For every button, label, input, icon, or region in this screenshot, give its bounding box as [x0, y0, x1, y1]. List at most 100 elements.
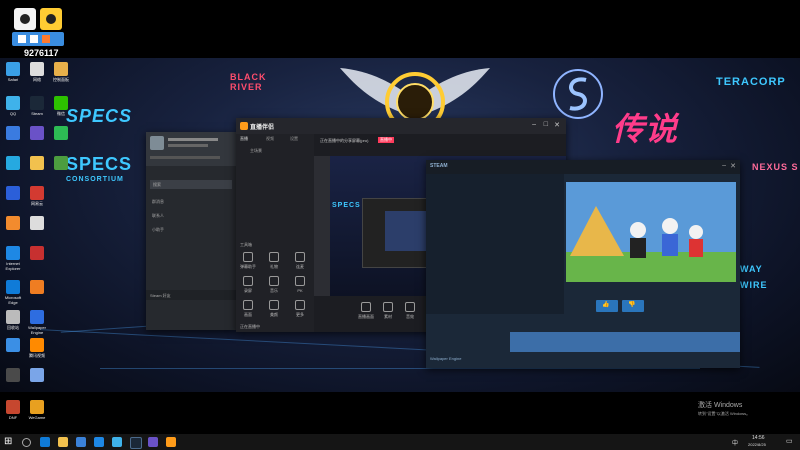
wallpaper-engine-icon [30, 310, 44, 324]
steam-window[interactable]: STEAM ✕ – 👍 👎 Wallpaper Engine [426, 160, 740, 368]
close-icon[interactable]: ✕ [554, 121, 560, 129]
danmaku-icon [243, 252, 253, 262]
left-panel: 直播 视频 设置 主场景 工具箱 弹幕助手 礼物 连麦 录屏 音乐 PK 画面 … [236, 134, 314, 332]
maximize-icon[interactable]: □ [544, 121, 548, 128]
steam-title: STEAM [430, 163, 448, 169]
desktop-icon[interactable]: Safari [0, 62, 26, 82]
desktop-icon[interactable] [24, 280, 50, 295]
app-icon [6, 338, 20, 352]
desktop-icon[interactable] [0, 186, 26, 201]
store-icon[interactable] [76, 437, 86, 447]
desktop-icon[interactable]: 微信 [48, 96, 74, 116]
bottom-black-bar [0, 392, 800, 434]
list-item[interactable]: 联系人 [146, 209, 236, 223]
notification-icon[interactable]: ▭ [786, 437, 793, 445]
desktop-icon[interactable]: 网络 [24, 62, 50, 82]
edge-icon[interactable] [40, 437, 50, 447]
tool-more[interactable]: 更多 [292, 300, 308, 318]
neon-consortium: CONSORTIUM [66, 176, 124, 183]
desktop-icon[interactable]: Wallpaper Engine [24, 310, 50, 335]
list-item[interactable]: 群消息 [146, 195, 236, 209]
gift-icon [269, 252, 279, 262]
minimize-icon[interactable]: – [722, 162, 726, 169]
desktop-icon[interactable] [48, 156, 74, 171]
tool-beauty[interactable]: 美颜 [266, 300, 282, 318]
bottom-tool[interactable]: 直播画面 [358, 302, 374, 320]
neon-wire-1: WAY [740, 264, 763, 274]
live-badge: 直播中 [378, 137, 394, 143]
avatar[interactable] [150, 136, 164, 150]
desktop-icon[interactable]: QQ [0, 96, 26, 116]
stream-app-icon[interactable] [166, 437, 176, 447]
desktop-icon[interactable]: WeGame [24, 400, 50, 420]
clock-date[interactable]: 2022/8/25 [748, 442, 766, 447]
network-icon [30, 62, 44, 76]
safari-icon [6, 62, 20, 76]
material-icon [383, 302, 393, 312]
close-icon[interactable]: ✕ [730, 162, 736, 170]
ie-icon[interactable] [94, 437, 104, 447]
desktop-icon[interactable] [0, 156, 26, 171]
chat-window[interactable]: 搜索 群消息 联系人 小助手 Steam 好友 [146, 132, 236, 330]
tab-settings[interactable]: 设置 [290, 136, 298, 142]
desktop-icon[interactable] [24, 126, 50, 141]
desktop-icon[interactable] [24, 216, 50, 231]
minimize-icon[interactable]: – [532, 121, 536, 128]
neon-black-river-2: RIVER [230, 82, 263, 92]
desktop-icon[interactable] [0, 368, 26, 383]
preview-neon-specs: SPECS [332, 202, 361, 209]
tab-live[interactable]: 直播 [240, 136, 248, 142]
start-icon[interactable]: ⊞ [4, 436, 12, 447]
wechat-icon [54, 96, 68, 110]
desktop-icon[interactable]: 腾讯视频 [24, 338, 50, 358]
bottom-tool[interactable]: 素材 [380, 302, 396, 320]
steam-icon[interactable] [130, 437, 142, 449]
tool-pk[interactable]: PK [292, 276, 308, 293]
app-icon[interactable] [148, 437, 158, 447]
bottom-tool[interactable]: 音效 [402, 302, 418, 320]
dislike-button[interactable]: 👎 [622, 300, 644, 312]
tool-danmaku[interactable]: 弹幕助手 [240, 252, 256, 270]
desktop-icon[interactable] [24, 156, 50, 171]
steam-sidebar [426, 174, 564, 314]
like-button[interactable]: 👍 [596, 300, 618, 312]
neon-wire-2: WIRE [740, 280, 768, 290]
clock-time[interactable]: 14:56 [752, 435, 765, 441]
input-language[interactable]: 中 [732, 438, 738, 447]
desktop-icon[interactable]: Steam [24, 96, 50, 116]
desktop-icon[interactable]: 网易云 [24, 186, 50, 206]
search-input[interactable]: 搜索 [150, 180, 232, 189]
scene-label[interactable]: 主场景 [250, 148, 262, 154]
desktop-icon[interactable] [0, 338, 26, 353]
taskbar-search-icon[interactable] [22, 438, 31, 447]
app-icon [6, 216, 20, 230]
ie-icon [6, 246, 20, 260]
desktop-icon[interactable] [24, 246, 50, 261]
desktop-icon[interactable]: 控制面板 [48, 62, 74, 82]
desktop-icon[interactable]: 回收站 [0, 310, 26, 330]
qq-icon [6, 96, 20, 110]
folder-icon[interactable] [58, 437, 68, 447]
desktop-icon[interactable] [48, 126, 74, 141]
desktop-icon[interactable]: Microsoft Edge [0, 280, 26, 305]
list-item[interactable]: 小助手 [146, 223, 236, 237]
desktop-icon[interactable] [0, 126, 26, 141]
desktop-icon[interactable]: Internet Explorer [0, 246, 26, 271]
desktop-icon[interactable] [0, 216, 26, 231]
qq-icon[interactable] [112, 437, 122, 447]
tool-record[interactable]: 录屏 [240, 276, 256, 294]
tool-scene[interactable]: 画面 [240, 300, 256, 318]
record-icon [243, 276, 253, 286]
neon-cjk-sign: 传说 [612, 111, 679, 147]
taskbar: ⊞ 中 14:56 2022/8/25 ▭ [0, 434, 800, 450]
tool-music[interactable]: 音乐 [266, 276, 282, 294]
tab-video[interactable]: 视频 [266, 136, 274, 142]
logo-number: 9276117 [24, 48, 59, 58]
tool-mic[interactable]: 连麦 [292, 252, 308, 270]
desktop-icon[interactable]: DNF [0, 400, 26, 420]
neon-nexus: NEXUS S [752, 162, 799, 172]
app-icon [30, 280, 44, 294]
tool-gift[interactable]: 礼物 [266, 252, 282, 270]
desktop-icon[interactable] [24, 368, 50, 383]
chat-header [146, 132, 236, 166]
